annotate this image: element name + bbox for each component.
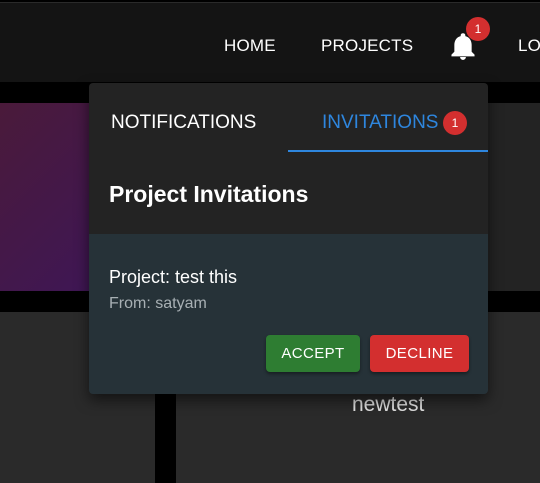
invitations-count-badge: 1: [443, 111, 467, 135]
tab-invitations[interactable]: INVITATIONS: [322, 112, 438, 134]
active-tab-indicator: [288, 150, 488, 152]
accept-button[interactable]: ACCEPT: [266, 335, 360, 372]
section-title: Project Invitations: [109, 181, 309, 207]
invitation-sender: From: satyam: [109, 295, 207, 312]
nav-logout-link[interactable]: LO: [518, 36, 540, 56]
invitation-card: Project: test this From: satyam ACCEPT D…: [89, 234, 488, 394]
invitation-project: Project: test this: [109, 267, 238, 287]
notifications-popup: NOTIFICATIONS INVITATIONS 1 Project Invi…: [89, 83, 488, 394]
notification-count-badge: 1: [466, 17, 490, 41]
app-page: newtest HOME PROJECTS 1 LO NOTIFICATIONS…: [0, 0, 540, 483]
decline-button[interactable]: DECLINE: [370, 335, 469, 372]
hero-side-panel: [488, 103, 540, 291]
nav-home-link[interactable]: HOME: [224, 36, 276, 56]
nav-projects-link[interactable]: PROJECTS: [321, 36, 413, 56]
popup-tabs: NOTIFICATIONS INVITATIONS 1: [89, 83, 488, 153]
tab-notifications[interactable]: NOTIFICATIONS: [111, 112, 256, 134]
project-card-title: newtest: [352, 393, 425, 416]
top-navbar: HOME PROJECTS 1 LO: [0, 2, 540, 82]
